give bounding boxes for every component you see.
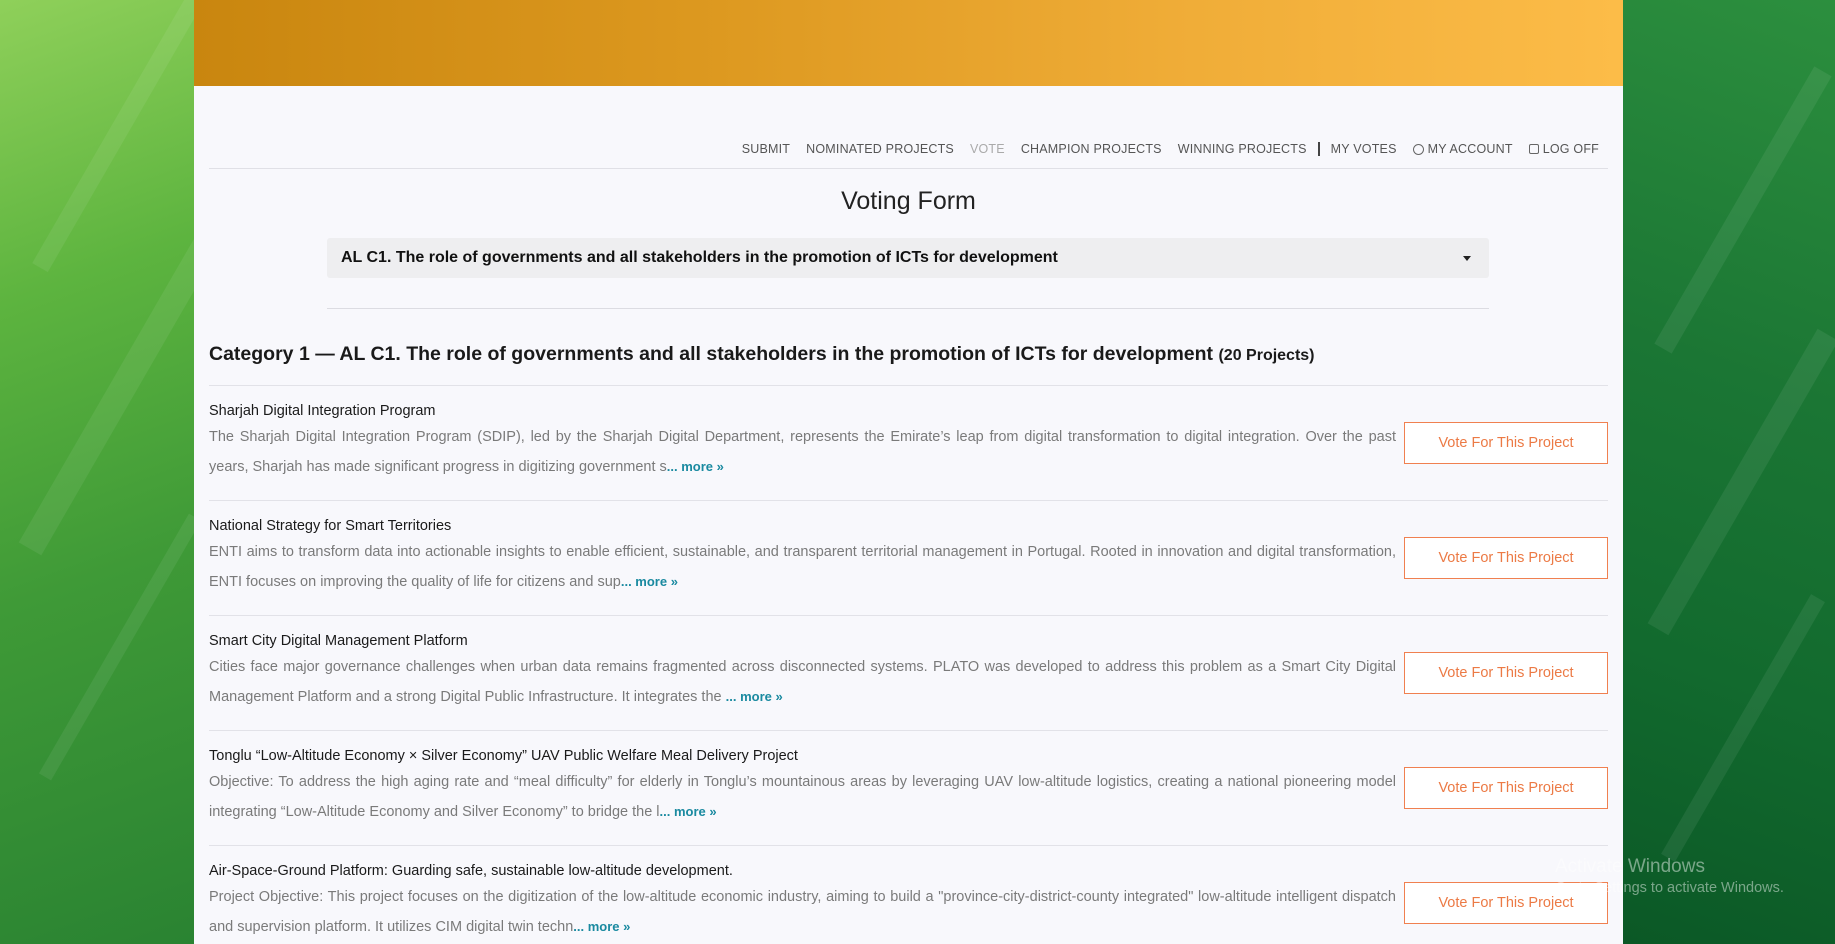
- nav-divider-line: [209, 168, 1608, 169]
- more-link[interactable]: ... more »: [621, 574, 678, 589]
- project-description-text: Cities face major governance challenges …: [209, 659, 1396, 705]
- project-description-text: Project Objective: This project focuses …: [209, 889, 1396, 935]
- project-list: Sharjah Digital Integration Program The …: [209, 386, 1608, 944]
- chevron-down-icon: [1463, 255, 1471, 261]
- project-title: Tonglu “Low-Altitude Economy × Silver Ec…: [209, 748, 798, 764]
- project-description: Cities face major governance challenges …: [209, 652, 1396, 712]
- windows-activation-watermark: Activate Windows Go to Settings to activ…: [1555, 856, 1784, 896]
- project-title: Smart City Digital Management Platform: [209, 633, 468, 649]
- project-description: The Sharjah Digital Integration Program …: [209, 422, 1396, 482]
- project-title: Sharjah Digital Integration Program: [209, 403, 436, 419]
- header-banner: [194, 0, 1623, 86]
- more-link[interactable]: ... more »: [573, 919, 630, 934]
- nav-my-votes[interactable]: MY VOTES: [1323, 142, 1405, 156]
- project-item: Air-Space-Ground Platform: Guarding safe…: [209, 846, 1608, 944]
- project-title: Air-Space-Ground Platform: Guarding safe…: [209, 863, 733, 879]
- nav-my-account[interactable]: MY ACCOUNT: [1405, 142, 1521, 156]
- select-divider: [327, 308, 1489, 309]
- project-item: Smart City Digital Management Platform C…: [209, 616, 1608, 731]
- watermark-subtitle: Go to Settings to activate Windows.: [1555, 880, 1784, 896]
- page-container: SUBMIT NOMINATED PROJECTS VOTE CHAMPION …: [194, 0, 1623, 944]
- nav-log-off-label: LOG OFF: [1542, 142, 1599, 156]
- nav-my-account-label: MY ACCOUNT: [1427, 142, 1513, 156]
- background-right: [1623, 0, 1835, 944]
- nav-vote[interactable]: VOTE: [962, 142, 1013, 156]
- nav-divider: [1317, 142, 1320, 156]
- more-link[interactable]: ... more »: [660, 804, 717, 819]
- project-title: National Strategy for Smart Territories: [209, 518, 452, 534]
- project-description-text: ENTI aims to transform data into actiona…: [209, 544, 1396, 590]
- vote-button[interactable]: Vote For This Project: [1404, 767, 1608, 809]
- main-nav: SUBMIT NOMINATED PROJECTS VOTE CHAMPION …: [734, 142, 1607, 156]
- project-description: ENTI aims to transform data into actiona…: [209, 537, 1396, 597]
- project-item: Tonglu “Low-Altitude Economy × Silver Ec…: [209, 731, 1608, 846]
- category-heading: Category 1 — AL C1. The role of governme…: [209, 343, 1315, 366]
- project-description-text: The Sharjah Digital Integration Program …: [209, 429, 1396, 475]
- page-title: Voting Form: [841, 187, 976, 215]
- project-item: National Strategy for Smart Territories …: [209, 501, 1608, 616]
- category-project-count: (20 Projects): [1218, 347, 1315, 364]
- nav-nominated-projects[interactable]: NOMINATED PROJECTS: [798, 142, 962, 156]
- project-description-text: Objective: To address the high aging rat…: [209, 774, 1396, 820]
- more-link[interactable]: ... more »: [726, 689, 783, 704]
- nav-champion-projects[interactable]: CHAMPION PROJECTS: [1013, 142, 1170, 156]
- nav-submit[interactable]: SUBMIT: [734, 142, 798, 156]
- vote-button[interactable]: Vote For This Project: [1404, 652, 1608, 694]
- more-link[interactable]: ... more »: [667, 459, 724, 474]
- watermark-title: Activate Windows: [1555, 856, 1705, 877]
- category-select-value: AL C1. The role of governments and all s…: [341, 249, 1058, 266]
- vote-button[interactable]: Vote For This Project: [1404, 537, 1608, 579]
- vote-button[interactable]: Vote For This Project: [1404, 422, 1608, 464]
- log-out-icon: [1528, 144, 1539, 154]
- category-select[interactable]: AL C1. The role of governments and all s…: [327, 238, 1489, 278]
- nav-log-off[interactable]: LOG OFF: [1521, 142, 1607, 156]
- project-item: Sharjah Digital Integration Program The …: [209, 386, 1608, 501]
- nav-winning-projects[interactable]: WINNING PROJECTS: [1170, 142, 1315, 156]
- project-description: Project Objective: This project focuses …: [209, 882, 1396, 942]
- category-heading-title: Category 1 — AL C1. The role of governme…: [209, 343, 1214, 365]
- background-left: [0, 0, 194, 944]
- project-description: Objective: To address the high aging rat…: [209, 767, 1396, 827]
- user-circle-icon: [1412, 143, 1424, 155]
